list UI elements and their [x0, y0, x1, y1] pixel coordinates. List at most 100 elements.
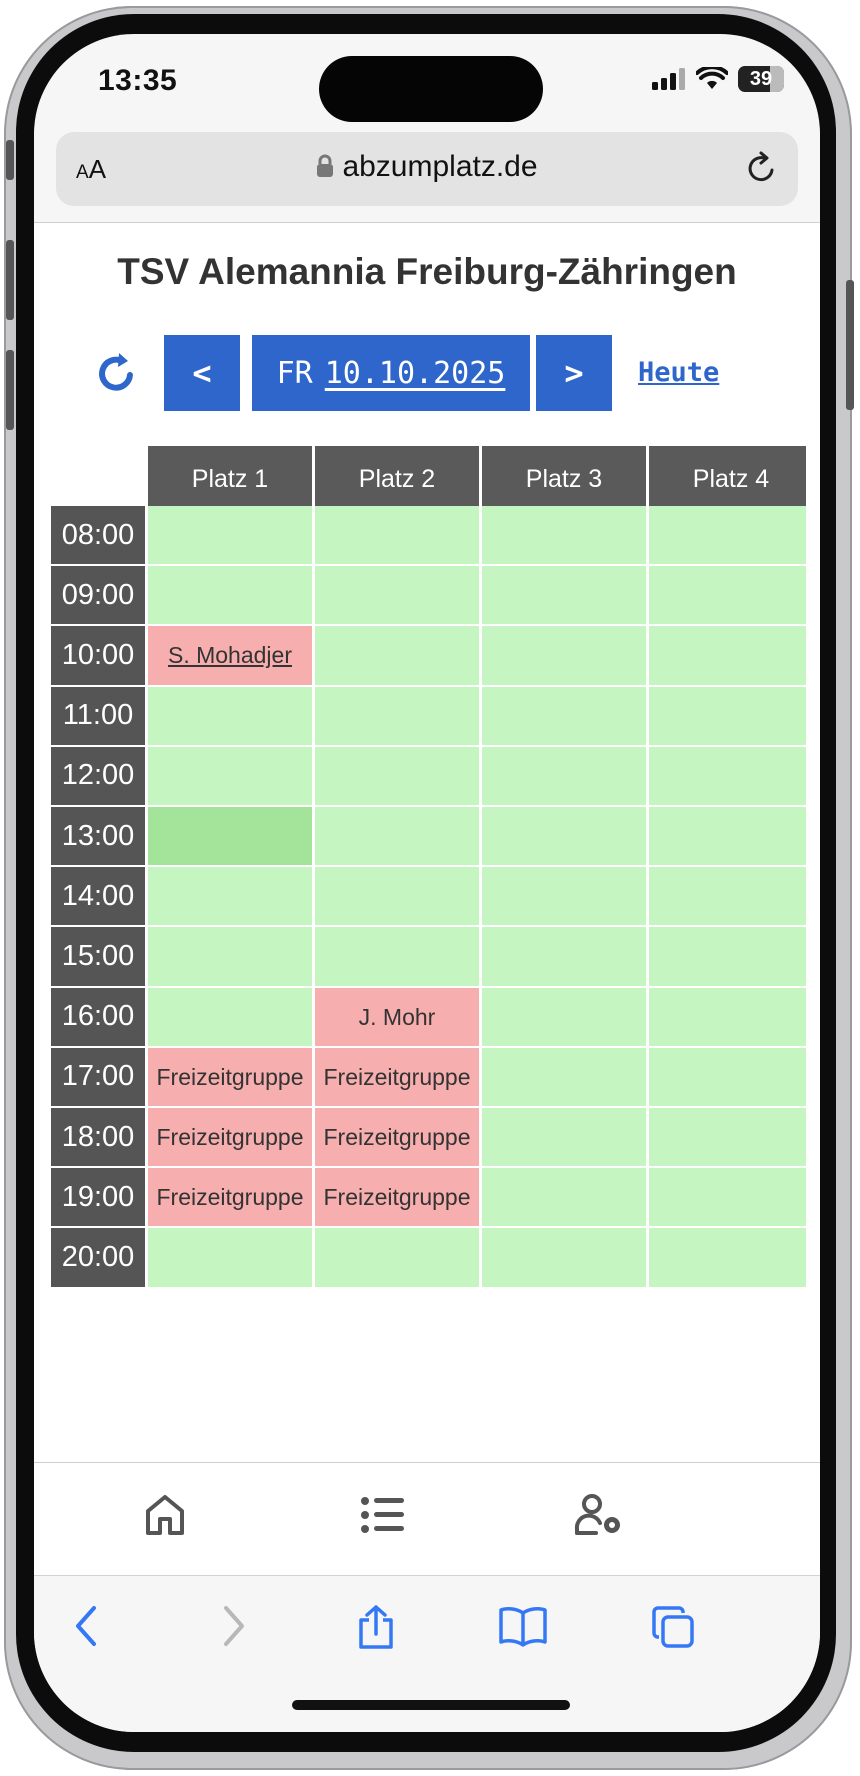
time-slot-label: 18:00 — [51, 1108, 145, 1167]
booking-label: Freizeitgruppe — [156, 1184, 304, 1211]
today-link[interactable]: Heute — [638, 357, 719, 388]
free-slot[interactable] — [649, 987, 806, 1046]
status-icons: 39 — [652, 66, 784, 92]
free-slot[interactable] — [482, 807, 646, 866]
side-button-mute — [6, 140, 14, 180]
browser-toolbar — [34, 1576, 820, 1732]
booked-slot[interactable]: Freizeitgruppe — [148, 1108, 312, 1167]
booked-slot[interactable]: J. Mohr — [315, 987, 479, 1046]
weekday-label: FR — [276, 355, 313, 391]
app-navigation — [34, 1463, 820, 1575]
time-slot-label: 14:00 — [51, 867, 145, 926]
list-icon[interactable] — [360, 1493, 404, 1537]
free-slot[interactable] — [482, 506, 646, 565]
booking-label: Freizeitgruppe — [156, 1124, 304, 1150]
booking-label: J. Mohr — [358, 1003, 436, 1030]
free-slot[interactable] — [649, 1168, 806, 1227]
user-settings-icon[interactable] — [574, 1493, 624, 1537]
free-slot[interactable] — [482, 566, 646, 625]
free-slot[interactable] — [148, 927, 312, 986]
selected-slot[interactable] — [148, 807, 312, 866]
free-slot[interactable] — [649, 1047, 806, 1106]
free-slot[interactable] — [649, 807, 806, 866]
free-slot[interactable] — [148, 1228, 312, 1287]
free-slot[interactable] — [649, 686, 806, 745]
free-slot[interactable] — [482, 1168, 646, 1227]
address-bar[interactable]: AA abzumplatz.de — [56, 132, 798, 206]
url-text: abzumplatz.de — [342, 150, 538, 183]
free-slot[interactable] — [148, 566, 312, 625]
booking-label: Freizeitgruppe — [323, 1184, 471, 1211]
free-slot[interactable] — [148, 867, 312, 926]
booked-slot[interactable]: Freizeitgruppe — [148, 1168, 312, 1227]
free-slot[interactable] — [315, 626, 479, 685]
booked-slot[interactable]: Freizeitgruppe — [148, 1047, 312, 1106]
date-picker[interactable]: FR 10.10.2025 — [252, 335, 530, 411]
free-slot[interactable] — [649, 1108, 806, 1167]
booked-slot[interactable]: Freizeitgruppe — [315, 1108, 479, 1167]
free-slot[interactable] — [315, 566, 479, 625]
free-slot[interactable] — [482, 1228, 646, 1287]
side-button-volume-up — [6, 240, 14, 320]
free-slot[interactable] — [649, 746, 806, 805]
free-slot[interactable] — [482, 867, 646, 926]
free-slot[interactable] — [315, 927, 479, 986]
free-slot[interactable] — [148, 506, 312, 565]
booked-slot[interactable]: Freizeitgruppe — [315, 1047, 479, 1106]
free-slot[interactable] — [148, 746, 312, 805]
back-icon[interactable] — [72, 1604, 100, 1648]
free-slot[interactable] — [315, 746, 479, 805]
bookmarks-icon[interactable] — [498, 1604, 548, 1648]
tabs-icon[interactable] — [650, 1604, 696, 1650]
free-slot[interactable] — [649, 867, 806, 926]
free-slot[interactable] — [148, 686, 312, 745]
free-slot[interactable] — [649, 1228, 806, 1287]
home-icon[interactable] — [144, 1493, 186, 1537]
booking-owner-link[interactable]: S. Mohadjer — [168, 642, 292, 684]
free-slot[interactable] — [482, 686, 646, 745]
booking-label: Freizeitgruppe — [323, 1124, 471, 1150]
free-slot[interactable] — [315, 686, 479, 745]
battery-icon: 39 — [738, 66, 784, 92]
status-time: 13:35 — [98, 64, 178, 97]
free-slot[interactable] — [482, 746, 646, 805]
reload-page-icon[interactable] — [742, 148, 782, 188]
time-slot-label: 09:00 — [51, 566, 145, 625]
next-day-button[interactable]: > — [536, 335, 612, 411]
free-slot[interactable] — [649, 566, 806, 625]
court-header: Platz 1 — [148, 446, 312, 512]
page-title: TSV Alemannia Freiburg-Zähringen — [117, 251, 737, 292]
share-icon[interactable] — [356, 1604, 396, 1650]
booking-label: Freizeitgruppe — [156, 1063, 304, 1090]
side-button-volume-down — [6, 350, 14, 430]
booking-label: Freizeitgruppe — [323, 1063, 471, 1090]
free-slot[interactable] — [482, 927, 646, 986]
free-slot[interactable] — [148, 987, 312, 1046]
free-slot[interactable] — [649, 927, 806, 986]
time-slot-label: 12:00 — [51, 746, 145, 805]
free-slot[interactable] — [315, 506, 479, 565]
free-slot[interactable] — [649, 506, 806, 565]
booking-grid: Platz 1 Platz 2 Platz 3 Platz 4 08:00 09:00 10… — [34, 446, 806, 1396]
refresh-icon[interactable] — [92, 349, 140, 397]
time-slot-label: 20:00 — [51, 1228, 145, 1287]
free-slot[interactable] — [315, 867, 479, 926]
free-slot[interactable] — [482, 1108, 646, 1167]
free-slot[interactable] — [649, 626, 806, 685]
battery-level: 39 — [749, 67, 773, 90]
free-slot[interactable] — [315, 807, 479, 866]
court-header: Platz 2 — [315, 446, 479, 512]
free-slot[interactable] — [482, 987, 646, 1046]
url-display[interactable]: abzumplatz.de — [56, 150, 798, 184]
booked-slot[interactable]: S. Mohadjer — [148, 626, 312, 685]
dynamic-island — [319, 56, 543, 122]
prev-day-button[interactable]: < — [164, 335, 240, 411]
forward-icon[interactable] — [220, 1604, 248, 1648]
booked-slot[interactable]: Freizeitgruppe — [315, 1168, 479, 1227]
free-slot[interactable] — [315, 1228, 479, 1287]
free-slot[interactable] — [482, 626, 646, 685]
home-indicator — [292, 1700, 570, 1710]
signal-icon — [652, 68, 685, 90]
lock-icon — [317, 154, 334, 177]
free-slot[interactable] — [482, 1047, 646, 1106]
